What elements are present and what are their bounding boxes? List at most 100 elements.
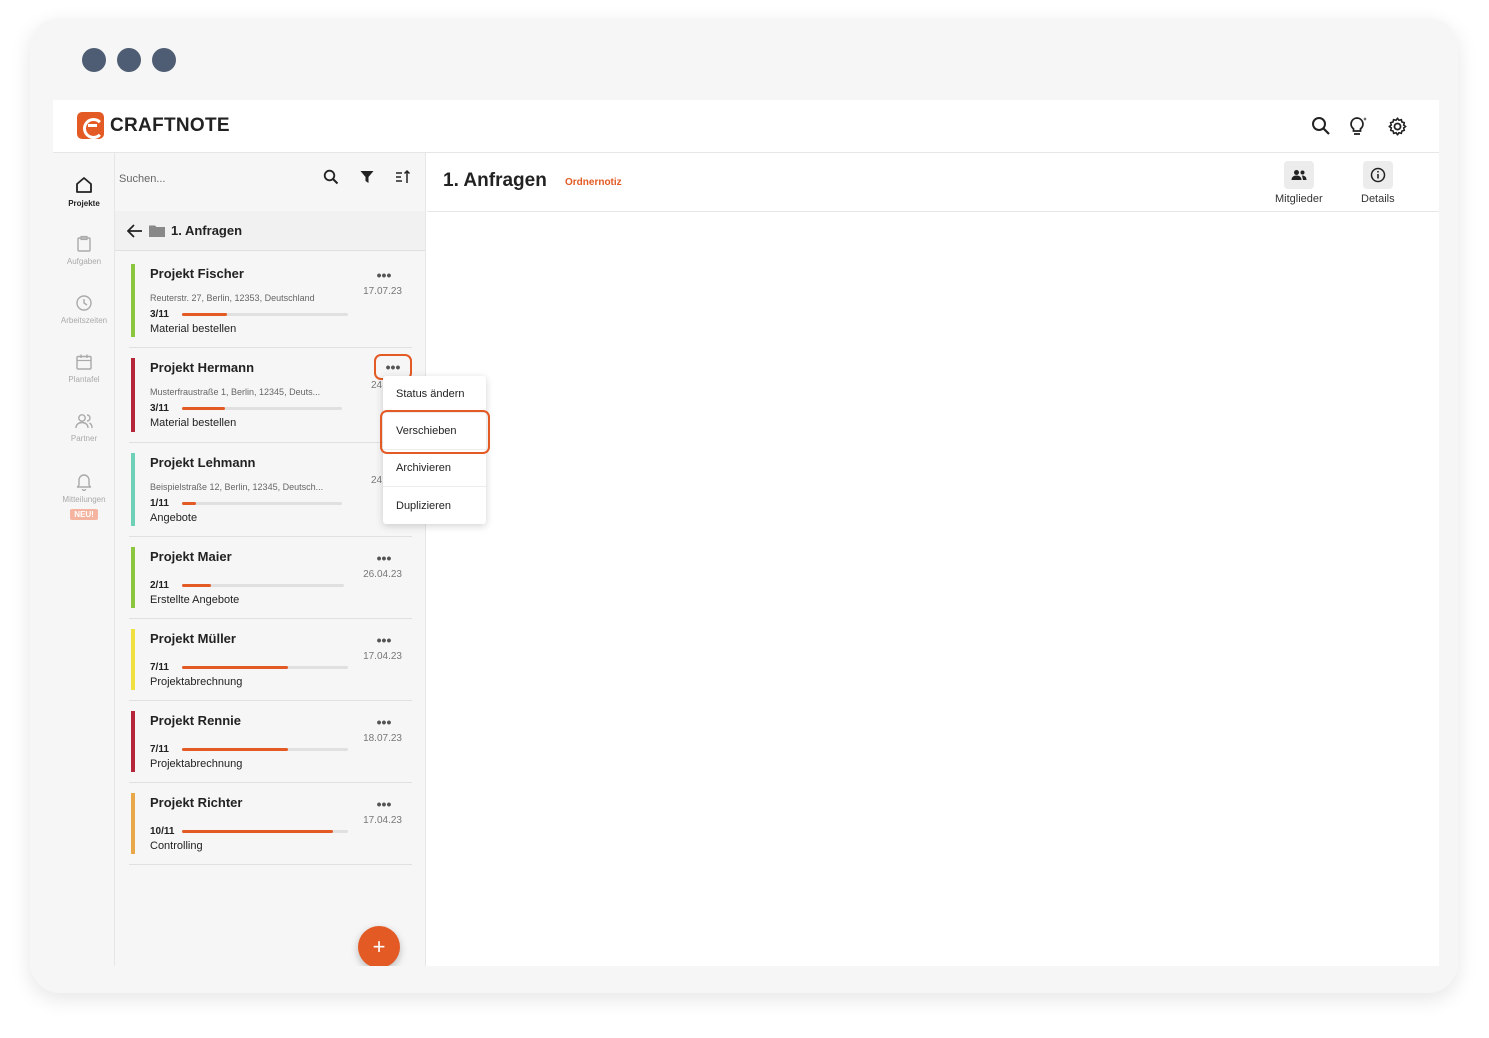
nav-label: Aufgaben xyxy=(66,257,102,266)
folder-row[interactable]: 1. Anfragen xyxy=(115,211,425,251)
logo[interactable]: CRAFTNOTE xyxy=(77,112,230,139)
nav-item-mitteilungen[interactable]: Mitteilungen NEU! xyxy=(53,472,115,522)
progress-fill xyxy=(182,407,226,410)
main-content: 1. Anfragen Ordnernotiz Mitglieder Detai… xyxy=(427,153,1439,966)
project-card[interactable]: Projekt Fischer ••• 17.07.23 Reuterstr. … xyxy=(129,254,412,348)
status-color-bar xyxy=(131,711,135,772)
project-card[interactable]: Projekt Maier ••• 26.04.23 2/11 Erstellt… xyxy=(129,537,412,619)
lightbulb-icon[interactable] xyxy=(1347,114,1371,138)
search-icon[interactable] xyxy=(1309,114,1333,138)
progress-fill xyxy=(182,584,212,587)
top-bar: CRAFTNOTE xyxy=(53,100,1439,153)
more-options-icon[interactable]: ••• xyxy=(366,264,402,286)
progress-track xyxy=(182,502,342,505)
window-dot-3 xyxy=(152,48,176,72)
project-title: Projekt Maier xyxy=(150,549,232,564)
folder-title: 1. Anfragen xyxy=(171,223,243,238)
app-name: CRAFTNOTE xyxy=(110,114,230,136)
clipboard-icon xyxy=(77,235,91,252)
sort-icon[interactable] xyxy=(393,167,413,187)
nav-label: Partner xyxy=(70,434,98,443)
menu-item-archivieren[interactable]: Archivieren xyxy=(383,450,486,487)
nav-item-aufgaben[interactable]: Aufgaben xyxy=(53,235,115,266)
clock-icon xyxy=(76,295,92,311)
project-status: Projektabrechnung xyxy=(150,676,243,688)
menu-item-duplizieren[interactable]: Duplizieren xyxy=(383,487,486,524)
arrow-back-icon[interactable] xyxy=(127,223,143,238)
project-date: 18.07.23 xyxy=(363,733,402,744)
project-status: Controlling xyxy=(150,840,203,852)
left-nav: Projekte Aufgaben Arbeitszeiten Plantafe… xyxy=(53,153,115,966)
project-date: 17.04.23 xyxy=(363,651,402,662)
project-date: 26.04.23 xyxy=(363,569,402,580)
project-status: Projektabrechnung xyxy=(150,758,243,770)
project-card[interactable]: Projekt Lehmann 24.04 Beispielstraße 12,… xyxy=(129,443,412,537)
folder-note-link[interactable]: Ordnernotiz xyxy=(565,177,622,188)
app: CRAFTNOTE Projekte Aufgaben Arbeitszeite… xyxy=(53,100,1439,966)
progress-fill xyxy=(182,502,197,505)
project-title: Projekt Rennie xyxy=(150,713,242,728)
progress-count: 7/11 xyxy=(150,744,169,755)
more-options-icon[interactable]: ••• xyxy=(366,547,402,569)
project-card[interactable]: Projekt Richter ••• 17.04.23 10/11 Contr… xyxy=(129,783,412,865)
craftnote-logo-icon xyxy=(77,112,104,139)
project-card[interactable]: Projekt Hermann ••• 24.04 Musterfraustra… xyxy=(129,348,412,443)
progress-count: 2/11 xyxy=(150,580,169,591)
progress-count: 3/11 xyxy=(150,403,169,414)
project-address: Beispielstraße 12, Berlin, 12345, Deutsc… xyxy=(150,482,324,492)
progress-track xyxy=(182,407,342,410)
progress: 3/11 xyxy=(150,309,348,320)
project-card[interactable]: Projekt Müller ••• 17.04.23 7/11 Projekt… xyxy=(129,619,412,701)
nav-item-partner[interactable]: Partner xyxy=(53,412,115,443)
highlight-frame xyxy=(380,410,490,454)
progress-fill xyxy=(182,313,227,316)
search-input[interactable] xyxy=(119,167,309,191)
progress-track xyxy=(182,748,348,751)
search-row xyxy=(115,153,425,205)
more-options-icon[interactable]: ••• xyxy=(366,711,402,733)
window-dot-1 xyxy=(82,48,106,72)
nav-label: Arbeitszeiten xyxy=(60,316,108,325)
project-card[interactable]: Projekt Rennie ••• 18.07.23 7/11 Projekt… xyxy=(129,701,412,783)
more-options-icon[interactable]: ••• xyxy=(366,629,402,651)
window-dot-2 xyxy=(117,48,141,72)
progress-fill xyxy=(182,830,334,833)
nav-label: Plantafel xyxy=(68,375,100,384)
menu-item-status-aendern[interactable]: Status ändern xyxy=(383,376,486,413)
progress: 7/11 xyxy=(150,744,348,755)
project-address: Reuterstr. 27, Berlin, 12353, Deutschlan… xyxy=(150,293,315,303)
project-title: Projekt Richter xyxy=(150,795,243,810)
project-list-pane: 1. Anfragen Projekt Fischer ••• 17.07.23… xyxy=(115,153,426,966)
status-color-bar xyxy=(131,793,135,854)
search-icon[interactable] xyxy=(321,167,341,187)
progress-count: 10/11 xyxy=(150,826,175,837)
progress-track xyxy=(182,584,344,587)
list-tools xyxy=(321,167,413,187)
details-button[interactable]: Details xyxy=(1361,161,1395,205)
members-button[interactable]: Mitglieder xyxy=(1275,161,1323,205)
more-options-icon[interactable]: ••• xyxy=(366,793,402,815)
nav-item-arbeitszeiten[interactable]: Arbeitszeiten xyxy=(53,294,115,325)
status-color-bar xyxy=(131,453,135,526)
members-icon xyxy=(1283,161,1314,189)
project-status: Angebote xyxy=(150,512,198,524)
progress-count: 7/11 xyxy=(150,662,169,673)
project-title: Projekt Fischer xyxy=(150,266,244,281)
main-header: 1. Anfragen Ordnernotiz Mitglieder Detai… xyxy=(427,153,1439,212)
add-project-button[interactable]: + xyxy=(358,926,400,966)
status-color-bar xyxy=(131,629,135,690)
progress-fill xyxy=(182,666,289,669)
progress-fill xyxy=(182,748,289,751)
nav-item-plantafel[interactable]: Plantafel xyxy=(53,353,115,384)
progress: 3/11 xyxy=(150,403,342,414)
progress-track xyxy=(182,313,348,316)
nav-label: Mitteilungen xyxy=(62,495,106,504)
project-title: Projekt Müller xyxy=(150,631,236,646)
nav-item-projekte[interactable]: Projekte xyxy=(53,175,115,208)
page-title: 1. Anfragen xyxy=(443,170,547,191)
status-color-bar xyxy=(131,264,135,337)
new-badge: NEU! xyxy=(70,509,98,520)
progress: 2/11 xyxy=(150,580,344,591)
gear-icon[interactable] xyxy=(1385,114,1409,138)
filter-icon[interactable] xyxy=(357,167,377,187)
